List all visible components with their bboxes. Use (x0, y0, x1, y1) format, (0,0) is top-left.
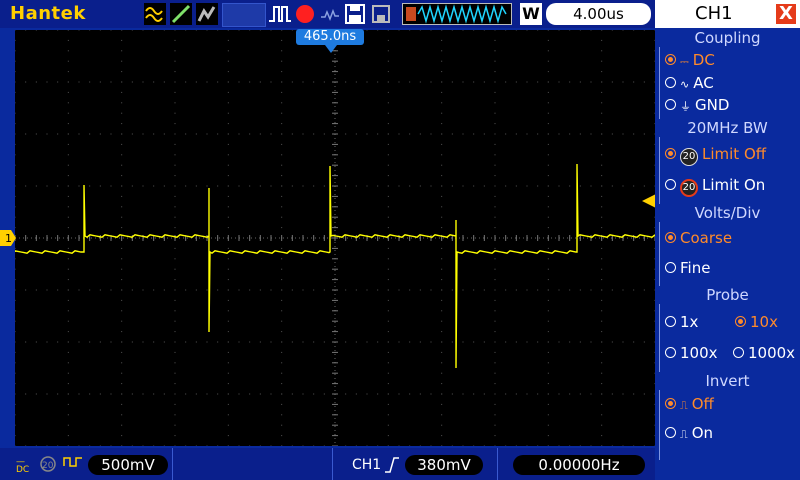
ch1-menu-panel: CH1 X Coupling ⎓ DC ∿ AC ⏚ GND 20MHz BW 20 L… (655, 0, 800, 480)
radio-icon (665, 77, 676, 88)
radio-icon (665, 148, 676, 159)
ramp-icon[interactable] (170, 3, 192, 25)
save-icon[interactable] (344, 3, 366, 25)
memory-depth-icon (402, 3, 512, 25)
trigger-delay-label: 465.0ns (303, 29, 357, 44)
trigger-level-display[interactable]: 380mV (405, 455, 483, 475)
timebase-display[interactable]: 4.00us (546, 3, 651, 25)
bw-title: 20MHz BW (655, 119, 800, 137)
bw20-limit-icon: 20 (680, 179, 698, 197)
ac-icon: ∿ (680, 78, 690, 91)
invert-option-on[interactable]: ⎍ On (665, 424, 713, 442)
divider (172, 448, 173, 480)
option-label: Limit On (702, 176, 766, 194)
option-label: Off (691, 395, 714, 413)
trigger-position-marker[interactable] (325, 45, 337, 53)
divider (332, 448, 333, 480)
signal-icon[interactable] (319, 3, 341, 25)
invert-on-icon: ⎍ (680, 428, 688, 441)
radio-icon (665, 427, 676, 438)
trigger-source-label[interactable]: CH1 (352, 457, 381, 473)
waveform-display[interactable] (15, 30, 655, 446)
panel-header: CH1 X (655, 0, 800, 28)
invert-title: Invert (655, 372, 800, 390)
memory-icon[interactable] (370, 3, 392, 25)
persistence-icon[interactable] (196, 3, 218, 25)
svg-text:DC: DC (16, 465, 29, 474)
radio-icon (733, 347, 744, 358)
option-label: AC (693, 74, 714, 92)
option-label: 100x (680, 344, 718, 362)
dc-coupling-icon: — DC (16, 457, 29, 474)
invert-off-icon (63, 457, 82, 467)
waveform-icon[interactable] (144, 3, 166, 25)
bottom-status-bar: — DC 20 500mV CH1 380mV 0.00000Hz (0, 448, 655, 480)
panel-title: CH1 (695, 3, 733, 24)
ch1-level-marker[interactable]: 1 (0, 230, 16, 246)
probe-option-100x[interactable]: 100x (665, 344, 718, 362)
radio-icon (665, 232, 676, 243)
dc-icon: ⎓ (680, 55, 689, 68)
volts-option-coarse[interactable]: Coarse (665, 229, 732, 247)
record-icon[interactable] (294, 3, 316, 25)
coupling-option-gnd[interactable]: ⏚ GND (665, 96, 729, 114)
option-label: GND (695, 96, 730, 114)
volts-title: Volts/Div (655, 204, 800, 222)
probe-title: Probe (655, 286, 800, 304)
ch1-scale-display[interactable]: 500mV (88, 455, 168, 475)
option-label: Coarse (680, 229, 733, 247)
ground-icon: ⏚ (680, 100, 691, 113)
ch1-marker-label: 1 (5, 232, 12, 245)
pulse-trigger-icon[interactable] (268, 3, 292, 25)
probe-option-1000x[interactable]: 1000x (733, 344, 795, 362)
option-label: Fine (680, 259, 711, 277)
frequency-display: 0.00000Hz (513, 455, 645, 475)
coupling-option-dc[interactable]: ⎓ DC (665, 51, 715, 69)
option-label: On (691, 424, 714, 442)
radio-icon (665, 54, 676, 65)
svg-text:20: 20 (42, 461, 54, 471)
radio-icon (665, 316, 676, 327)
option-label: DC (692, 51, 715, 69)
option-label: Limit Off (702, 145, 767, 163)
radio-icon (665, 398, 676, 409)
option-label: 1x (680, 313, 699, 331)
bw20-icon: 20 (680, 148, 698, 166)
invert-section (659, 381, 797, 460)
radio-icon (735, 316, 746, 327)
bw-option-limit-on[interactable]: 20 Limit On (665, 176, 765, 197)
probe-option-10x[interactable]: 10x (735, 313, 778, 331)
option-label: 10x (750, 313, 778, 331)
radio-icon (665, 347, 676, 358)
close-button[interactable]: X (776, 4, 796, 24)
option-label: 1000x (748, 344, 796, 362)
radio-icon (665, 99, 676, 110)
bw-option-limit-off[interactable]: 20 Limit Off (665, 145, 766, 166)
probe-option-1x[interactable]: 1x (665, 313, 698, 331)
rising-edge-icon (385, 457, 399, 473)
top-toolbar: Hantek W 4.00us (0, 0, 655, 28)
coupling-option-ac[interactable]: ∿ AC (665, 74, 714, 92)
radio-icon (665, 179, 676, 190)
brand-logo: Hantek (10, 3, 86, 24)
coupling-title: Coupling (655, 29, 800, 47)
radio-icon (665, 262, 676, 273)
grid (15, 30, 655, 446)
trigger-delay-badge: 465.0ns (296, 29, 364, 45)
trigger-level-marker[interactable] (642, 194, 656, 208)
memory-mode-label[interactable]: W (520, 3, 542, 25)
invert-option-off[interactable]: ⎍ Off (665, 395, 714, 413)
bandwidth-icon: 20 (40, 456, 56, 472)
volts-option-fine[interactable]: Fine (665, 259, 710, 277)
display-slot (222, 3, 266, 27)
invert-off-icon: ⎍ (680, 399, 688, 412)
divider (497, 448, 498, 480)
